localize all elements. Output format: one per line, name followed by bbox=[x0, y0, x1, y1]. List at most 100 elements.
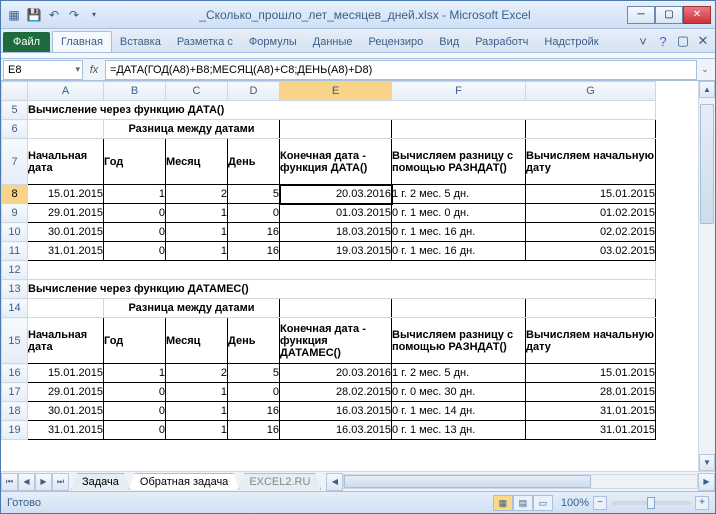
cell-E16[interactable]: 20.03.2016 bbox=[280, 364, 392, 383]
zoom-in-button[interactable]: + bbox=[695, 496, 709, 510]
file-tab[interactable]: Файл bbox=[3, 32, 50, 52]
cell-B17[interactable]: 0 bbox=[104, 383, 166, 402]
cell-C16[interactable]: 2 bbox=[166, 364, 228, 383]
cell-C11[interactable]: 1 bbox=[166, 242, 228, 261]
col-header-G[interactable]: G bbox=[526, 82, 656, 101]
cell-E17[interactable]: 28.02.2015 bbox=[280, 383, 392, 402]
cell-A13[interactable]: Вычисление через функцию ДАТАМЕС() bbox=[28, 280, 656, 299]
cell-B19[interactable]: 0 bbox=[104, 421, 166, 440]
zoom-slider[interactable] bbox=[611, 501, 691, 505]
doc-restore-icon[interactable]: ▢ bbox=[675, 33, 691, 49]
row-header-16[interactable]: 16 bbox=[2, 364, 28, 383]
cell-G18[interactable]: 31.01.2015 bbox=[526, 402, 656, 421]
cell-F8[interactable]: 1 г. 2 мес. 5 дн. bbox=[392, 185, 526, 204]
cell-A6[interactable] bbox=[28, 120, 104, 139]
cell-D8[interactable]: 5 bbox=[228, 185, 280, 204]
cell-A15[interactable]: Начальная дата bbox=[28, 318, 104, 364]
row-header-7[interactable]: 7 bbox=[2, 139, 28, 185]
cell-G16[interactable]: 15.01.2015 bbox=[526, 364, 656, 383]
cell-A5[interactable]: Вычисление через функцию ДАТА() bbox=[28, 101, 656, 120]
view-normal-button[interactable]: ▦ bbox=[493, 495, 513, 511]
select-all-corner[interactable] bbox=[2, 82, 28, 101]
sheet-tab-2[interactable]: Обратная задача bbox=[129, 473, 239, 490]
cell-D16[interactable]: 5 bbox=[228, 364, 280, 383]
cell-C17[interactable]: 1 bbox=[166, 383, 228, 402]
zoom-out-button[interactable]: − bbox=[593, 496, 607, 510]
tab-layout[interactable]: Разметка с bbox=[169, 32, 241, 52]
cell-B18[interactable]: 0 bbox=[104, 402, 166, 421]
cell-E19[interactable]: 16.03.2015 bbox=[280, 421, 392, 440]
cell-D11[interactable]: 16 bbox=[228, 242, 280, 261]
horizontal-scrollbar[interactable]: ◀ ▶ bbox=[326, 473, 715, 491]
row-header-17[interactable]: 17 bbox=[2, 383, 28, 402]
col-header-F[interactable]: F bbox=[392, 82, 526, 101]
cell-E18[interactable]: 16.03.2015 bbox=[280, 402, 392, 421]
row-header-10[interactable]: 10 bbox=[2, 223, 28, 242]
cell-E10[interactable]: 18.03.2015 bbox=[280, 223, 392, 242]
cell-G14[interactable] bbox=[526, 299, 656, 318]
cell-E14[interactable] bbox=[280, 299, 392, 318]
formula-input[interactable]: =ДАТА(ГОД(A8)+B8;МЕСЯЦ(A8)+C8;ДЕНЬ(A8)+D… bbox=[105, 60, 697, 80]
cell-B9[interactable]: 0 bbox=[104, 204, 166, 223]
cell-F7[interactable]: Вычисляем разницу с помощью РАЗНДАТ() bbox=[392, 139, 526, 185]
view-pagebreak-button[interactable]: ▭ bbox=[533, 495, 553, 511]
scroll-up-button[interactable]: ▲ bbox=[699, 81, 715, 98]
row-header-9[interactable]: 9 bbox=[2, 204, 28, 223]
fx-icon[interactable]: fx bbox=[83, 64, 105, 76]
hscroll-right-button[interactable]: ▶ bbox=[698, 473, 715, 491]
cell-A12[interactable] bbox=[28, 261, 656, 280]
save-icon[interactable]: 💾 bbox=[25, 6, 43, 24]
cell-F18[interactable]: 0 г. 1 мес. 14 дн. bbox=[392, 402, 526, 421]
cell-G9[interactable]: 01.02.2015 bbox=[526, 204, 656, 223]
col-header-A[interactable]: A bbox=[28, 82, 104, 101]
cell-C9[interactable]: 1 bbox=[166, 204, 228, 223]
row-header-14[interactable]: 14 bbox=[2, 299, 28, 318]
row-header-19[interactable]: 19 bbox=[2, 421, 28, 440]
cell-F19[interactable]: 0 г. 1 мес. 13 дн. bbox=[392, 421, 526, 440]
row-header-8[interactable]: 8 bbox=[2, 185, 28, 204]
row-header-15[interactable]: 15 bbox=[2, 318, 28, 364]
doc-close-icon[interactable]: ✕ bbox=[695, 33, 711, 49]
maximize-button[interactable]: ▢ bbox=[655, 6, 683, 24]
cell-C8[interactable]: 2 bbox=[166, 185, 228, 204]
cell-B11[interactable]: 0 bbox=[104, 242, 166, 261]
sheet-tab-1[interactable]: Задача bbox=[71, 473, 130, 490]
tab-prev-button[interactable]: ◀ bbox=[18, 473, 35, 491]
col-header-C[interactable]: C bbox=[166, 82, 228, 101]
cell-G6[interactable] bbox=[526, 120, 656, 139]
sheet-grid[interactable]: A B C D E F G 5 Вычисление через функцию… bbox=[1, 81, 698, 471]
formula-expand-icon[interactable]: ⌄ bbox=[698, 64, 712, 75]
tab-formulas[interactable]: Формулы bbox=[241, 32, 305, 52]
cell-A17[interactable]: 29.01.2015 bbox=[28, 383, 104, 402]
cell-G19[interactable]: 31.01.2015 bbox=[526, 421, 656, 440]
cell-F11[interactable]: 0 г. 1 мес. 16 дн. bbox=[392, 242, 526, 261]
cell-D9[interactable]: 0 bbox=[228, 204, 280, 223]
vertical-scrollbar[interactable]: ▲ ▼ bbox=[698, 81, 715, 471]
cell-G11[interactable]: 03.02.2015 bbox=[526, 242, 656, 261]
cell-F16[interactable]: 1 г. 2 мес. 5 дн. bbox=[392, 364, 526, 383]
cell-G8[interactable]: 15.01.2015 bbox=[526, 185, 656, 204]
minimize-button[interactable]: ─ bbox=[627, 6, 655, 24]
undo-icon[interactable]: ↶ bbox=[45, 6, 63, 24]
cell-G15[interactable]: Вычисляем начальную дату bbox=[526, 318, 656, 364]
cell-A16[interactable]: 15.01.2015 bbox=[28, 364, 104, 383]
close-button[interactable]: ✕ bbox=[683, 6, 711, 24]
tab-view[interactable]: Вид bbox=[431, 32, 467, 52]
cell-B7[interactable]: Год bbox=[104, 139, 166, 185]
row-header-13[interactable]: 13 bbox=[2, 280, 28, 299]
cell-F17[interactable]: 0 г. 0 мес. 30 дн. bbox=[392, 383, 526, 402]
cell-C19[interactable]: 1 bbox=[166, 421, 228, 440]
cell-C18[interactable]: 1 bbox=[166, 402, 228, 421]
sheet-tab-3[interactable]: EXCEL2.RU bbox=[238, 473, 321, 490]
cell-C15[interactable]: Месяц bbox=[166, 318, 228, 364]
cell-E11[interactable]: 19.03.2015 bbox=[280, 242, 392, 261]
cell-C10[interactable]: 1 bbox=[166, 223, 228, 242]
tab-first-button[interactable]: ⏮ bbox=[1, 473, 18, 491]
cell-B10[interactable]: 0 bbox=[104, 223, 166, 242]
cell-F9[interactable]: 0 г. 1 мес. 0 дн. bbox=[392, 204, 526, 223]
cell-A8[interactable]: 15.01.2015 bbox=[28, 185, 104, 204]
scroll-thumb[interactable] bbox=[700, 104, 714, 224]
tab-last-button[interactable]: ⏭ bbox=[52, 473, 69, 491]
tab-data[interactable]: Данные bbox=[305, 32, 361, 52]
zoom-level[interactable]: 100% bbox=[561, 497, 589, 509]
